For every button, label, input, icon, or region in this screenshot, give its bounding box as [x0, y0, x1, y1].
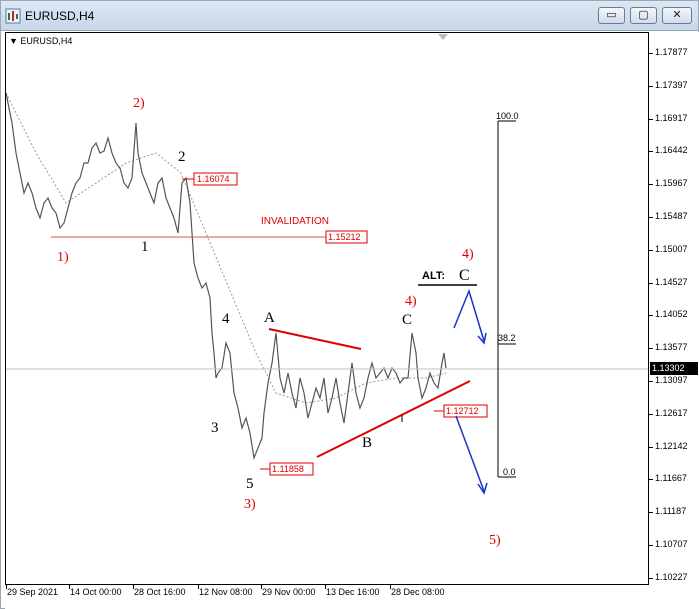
price-axis-tick-label: 1.10707: [655, 539, 688, 549]
fib-level-38: 38.2: [498, 333, 516, 343]
price-axis-tick-mark: [649, 413, 653, 415]
price-axis-tick-mark: [649, 545, 653, 546]
time-axis-tick-label: 12 Nov 08:00: [199, 587, 253, 597]
alt-prefix-label: ALT:: [422, 270, 445, 282]
price-axis-tick-label: 1.12617: [655, 407, 688, 418]
price-axis-tick-label: 1.14052: [655, 309, 688, 320]
window-title: EURUSD,H4: [25, 9, 95, 23]
price-axis-tick-label: 1.16917: [655, 112, 688, 123]
price-axis-tick-mark: [649, 512, 653, 514]
chart-window: EURUSD,H4 ▭ ▢ ✕ 100.0 38.2 0.0 1.16074 I…: [0, 0, 699, 609]
price-axis-tick-label: 1.11187: [655, 506, 687, 517]
wave-label-2: 2: [178, 149, 186, 165]
chart-plot-area[interactable]: 100.0 38.2 0.0 1.16074 INVALIDATION 1.15…: [5, 32, 649, 585]
minimize-button[interactable]: ▭: [598, 7, 625, 24]
wave-label-5-red: 5): [489, 533, 501, 548]
chart-dropdown-arrow-icon[interactable]: [438, 34, 448, 40]
price-axis[interactable]: 1.17877 1.17397 1.16917 1.16442 1.15967 1.154…: [649, 32, 699, 585]
minimize-icon: ▭: [606, 9, 617, 21]
wave-label-1-red: 1): [57, 250, 69, 265]
price-series: [5, 92, 447, 461]
fib-level-100: 100.0: [496, 111, 519, 121]
price-axis-tick-mark: [649, 53, 653, 54]
wave-label-2-red: 2): [133, 96, 145, 111]
price-axis-tick-mark: [649, 249, 653, 251]
time-axis-tick-label: 13 Dec 16:00: [326, 587, 380, 597]
price-axis-tick-label: 1.11667: [655, 473, 687, 484]
price-axis-tick-label: 1.15967: [655, 178, 688, 189]
alt-path-arrow: [453, 288, 485, 342]
title-bar[interactable]: EURUSD,H4 ▭ ▢ ✕: [1, 1, 698, 31]
time-axis-tick-label: 14 Oct 00:00: [70, 587, 122, 597]
time-axis[interactable]: 29 Sep 2021 14 Oct 00:00 28 Oct 16:00 12 No…: [5, 585, 699, 609]
price-axis-tick-mark: [649, 479, 653, 481]
price-axis-tick-label: 1.13577: [655, 342, 688, 353]
lower-trendline: [316, 380, 471, 458]
current-price-box: 1.13302: [650, 362, 698, 375]
price-axis-tick-label: 1.15487: [655, 211, 688, 221]
wave-label-4: 4: [222, 311, 230, 327]
upper-trendline: [268, 328, 362, 350]
invalidation-price: 1.15212: [328, 232, 361, 242]
wave-label-c: C: [402, 312, 412, 328]
price-axis-tick-mark: [649, 217, 653, 218]
price-axis-tick-label: 1.17397: [655, 79, 688, 90]
close-button[interactable]: ✕: [662, 7, 692, 24]
price-axis-tick-label: 1.12142: [655, 440, 688, 451]
chart-symbol-label: ▼ EURUSD,H4: [9, 36, 73, 46]
price-axis-tick-mark: [649, 446, 653, 448]
wave-label-1: 1: [141, 239, 149, 255]
price-axis-tick-label: 1.13097: [655, 375, 688, 385]
support-price: 1.12712: [446, 406, 479, 416]
price-axis-tick-mark: [649, 381, 653, 382]
price-axis-tick-mark: [649, 577, 653, 579]
price-axis-tick-mark: [649, 85, 653, 87]
price-axis-tick-label: 1.17877: [655, 47, 688, 57]
main-path-arrow: [455, 415, 485, 492]
fib-level-0: 0.0: [503, 467, 516, 477]
close-icon: ✕: [672, 9, 682, 21]
wave-label-3-red: 3): [244, 497, 256, 512]
price-axis-tick-mark: [649, 151, 653, 153]
price-axis-tick-label: 1.15007: [655, 243, 688, 254]
moving-average-line: [5, 92, 447, 404]
time-axis-tick-label: 28 Dec 08:00: [391, 587, 445, 597]
price-axis-tick-mark: [649, 315, 653, 317]
low-5-price: 1.11858: [272, 464, 304, 474]
wave-label-4-red: 4): [405, 294, 417, 309]
time-axis-tick-label: 29 Sep 2021: [7, 587, 59, 597]
maximize-icon: ▢: [638, 9, 649, 21]
time-axis-tick-label: 29 Nov 00:00: [262, 587, 316, 597]
price-axis-tick-label: 1.10227: [655, 571, 688, 582]
high-2-price: 1.16074: [197, 174, 230, 184]
chart-app-icon: [5, 8, 21, 24]
maximize-button[interactable]: ▢: [630, 7, 657, 24]
wave-label-4-red-alt: 4): [462, 247, 474, 262]
alt-c-label: C: [459, 267, 470, 284]
price-axis-tick-mark: [649, 348, 653, 350]
invalidation-text: INVALIDATION: [261, 216, 329, 227]
wave-label-b: B: [362, 435, 372, 451]
price-axis-tick-label: 1.16442: [655, 145, 688, 156]
price-axis-tick-mark: [649, 184, 653, 186]
wave-label-a: A: [264, 310, 275, 326]
price-axis-tick-mark: [649, 118, 653, 120]
price-axis-tick-label: 1.14527: [655, 276, 688, 287]
price-axis-tick-mark: [649, 282, 653, 284]
time-axis-tick-label: 28 Oct 16:00: [134, 587, 186, 597]
wave-label-3: 3: [211, 420, 219, 436]
chart-symbol-text: EURUSD,H4: [20, 36, 73, 46]
wave-label-5: 5: [246, 476, 254, 492]
price-chart: 100.0 38.2 0.0 1.16074 INVALIDATION 1.15…: [5, 92, 648, 548]
current-price-value: 1.13302: [652, 363, 685, 373]
